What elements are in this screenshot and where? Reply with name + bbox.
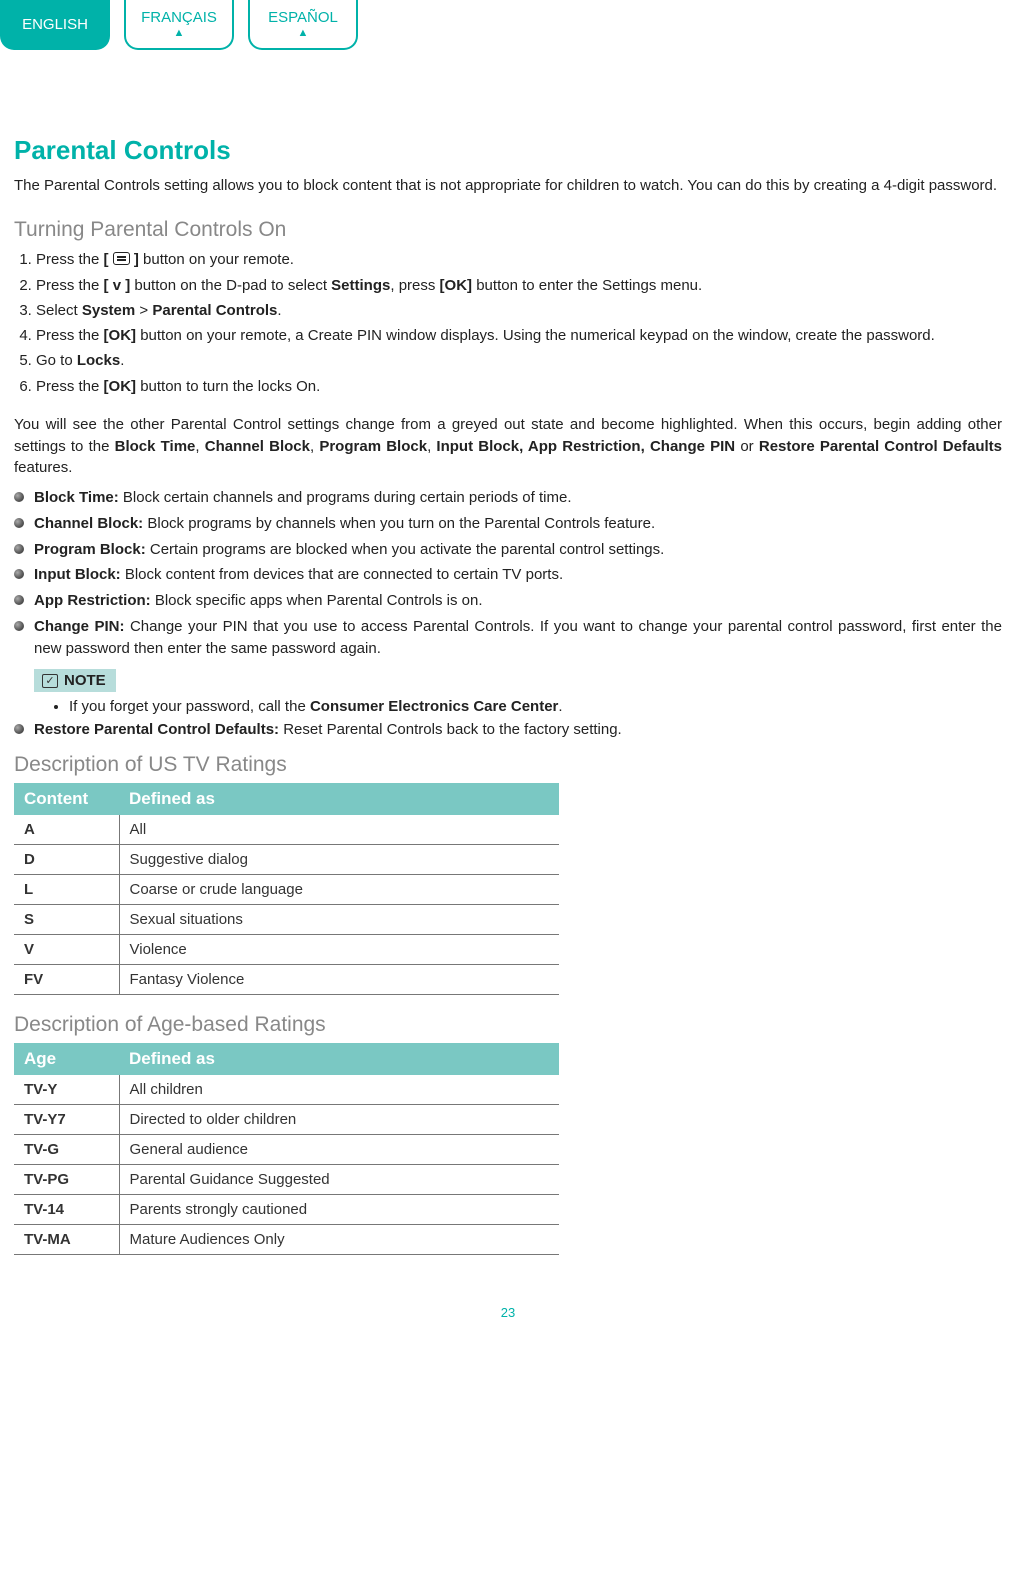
table-cell-code: FV: [14, 965, 119, 995]
table-cell-def: All: [119, 815, 559, 845]
page-title: Parental Controls: [14, 135, 1002, 166]
note-label: NOTE: [64, 672, 106, 689]
feature-item: Program Block: Certain programs are bloc…: [14, 539, 1002, 561]
feature-item: Channel Block: Block programs by channel…: [14, 513, 1002, 535]
section-heading-turn-on: Turning Parental Controls On: [14, 218, 1002, 242]
table-row: AAll: [14, 815, 559, 845]
table-cell-def: Violence: [119, 935, 559, 965]
table-row: DSuggestive dialog: [14, 845, 559, 875]
restore-item: Restore Parental Control Defaults: Reset…: [14, 719, 1002, 741]
tab-espanol[interactable]: ESPAÑOL ▲: [248, 0, 358, 50]
table-cell-def: Fantasy Violence: [119, 965, 559, 995]
table-cell-code: TV-MA: [14, 1225, 119, 1255]
page-content: Parental Controls The Parental Controls …: [0, 50, 1016, 1320]
table-cell-code: TV-Y: [14, 1075, 119, 1105]
step-item: Go to Locks.: [36, 349, 1002, 372]
feature-item: Block Time: Block certain channels and p…: [14, 487, 1002, 509]
table-header: Defined as: [119, 1043, 559, 1075]
table-header: Content: [14, 783, 119, 815]
table-cell-def: General audience: [119, 1135, 559, 1165]
table-cell-code: A: [14, 815, 119, 845]
table-cell-def: Coarse or crude language: [119, 875, 559, 905]
feature-item: App Restriction: Block specific apps whe…: [14, 590, 1002, 612]
table-row: FVFantasy Violence: [14, 965, 559, 995]
step-item: Press the [OK] button on your remote, a …: [36, 324, 1002, 347]
table-cell-def: Directed to older children: [119, 1105, 559, 1135]
note-box: ✓ NOTE: [34, 669, 116, 692]
tab-english[interactable]: ENGLISH: [0, 0, 110, 50]
step-item: Press the [ v ] button on the D-pad to s…: [36, 274, 1002, 297]
table-row: TV-Y7Directed to older children: [14, 1105, 559, 1135]
table-cell-code: TV-14: [14, 1195, 119, 1225]
table-cell-code: TV-G: [14, 1135, 119, 1165]
table-cell-code: V: [14, 935, 119, 965]
us-ratings-table: Content Defined as AAllDSuggestive dialo…: [14, 783, 559, 995]
table-cell-def: All children: [119, 1075, 559, 1105]
table-cell-code: TV-PG: [14, 1165, 119, 1195]
section-heading-us-ratings: Description of US TV Ratings: [14, 753, 1002, 777]
table-row: TV-GGeneral audience: [14, 1135, 559, 1165]
table-row: TV-14Parents strongly cautioned: [14, 1195, 559, 1225]
note-item: If you forget your password, call the Co…: [69, 698, 1002, 715]
table-row: VViolence: [14, 935, 559, 965]
table-cell-code: L: [14, 875, 119, 905]
feature-item: Input Block: Block content from devices …: [14, 564, 1002, 586]
note-check-icon: ✓: [42, 674, 58, 688]
table-cell-def: Parents strongly cautioned: [119, 1195, 559, 1225]
tab-label: FRANÇAIS: [141, 9, 217, 26]
tab-francais[interactable]: FRANÇAIS ▲: [124, 0, 234, 50]
intro-text: The Parental Controls setting allows you…: [14, 176, 1002, 196]
table-header: Defined as: [119, 783, 559, 815]
tab-label: ESPAÑOL: [268, 9, 338, 26]
table-row: TV-YAll children: [14, 1075, 559, 1105]
table-cell-code: D: [14, 845, 119, 875]
chevron-up-icon: ▲: [174, 28, 185, 39]
step-item: Press the [ ] button on your remote.: [36, 248, 1002, 271]
table-row: LCoarse or crude language: [14, 875, 559, 905]
table-cell-def: Sexual situations: [119, 905, 559, 935]
step-item: Press the [OK] button to turn the locks …: [36, 375, 1002, 398]
features-list: Block Time: Block certain channels and p…: [14, 487, 1002, 659]
chevron-up-icon: ▲: [298, 28, 309, 39]
table-cell-def: Parental Guidance Suggested: [119, 1165, 559, 1195]
section-heading-age-ratings: Description of Age-based Ratings: [14, 1013, 1002, 1037]
table-cell-code: TV-Y7: [14, 1105, 119, 1135]
restore-list: Restore Parental Control Defaults: Reset…: [14, 719, 1002, 741]
remote-menu-icon: [113, 252, 130, 265]
page-number: 23: [14, 1305, 1002, 1320]
table-header: Age: [14, 1043, 119, 1075]
feature-item: Change PIN: Change your PIN that you use…: [14, 616, 1002, 660]
tab-label: ENGLISH: [22, 16, 88, 33]
language-tabs: ENGLISH FRANÇAIS ▲ ESPAÑOL ▲: [0, 0, 1016, 50]
table-row: SSexual situations: [14, 905, 559, 935]
note-list: If you forget your password, call the Co…: [14, 698, 1002, 715]
step-item: Select System > Parental Controls.: [36, 299, 1002, 322]
steps-list: Press the [ ] button on your remote. Pres…: [14, 248, 1002, 398]
age-ratings-table: Age Defined as TV-YAll childrenTV-Y7Dire…: [14, 1043, 559, 1255]
table-cell-def: Mature Audiences Only: [119, 1225, 559, 1255]
table-cell-code: S: [14, 905, 119, 935]
table-row: TV-PGParental Guidance Suggested: [14, 1165, 559, 1195]
post-steps-text: You will see the other Parental Control …: [14, 414, 1002, 479]
table-cell-def: Suggestive dialog: [119, 845, 559, 875]
table-row: TV-MAMature Audiences Only: [14, 1225, 559, 1255]
